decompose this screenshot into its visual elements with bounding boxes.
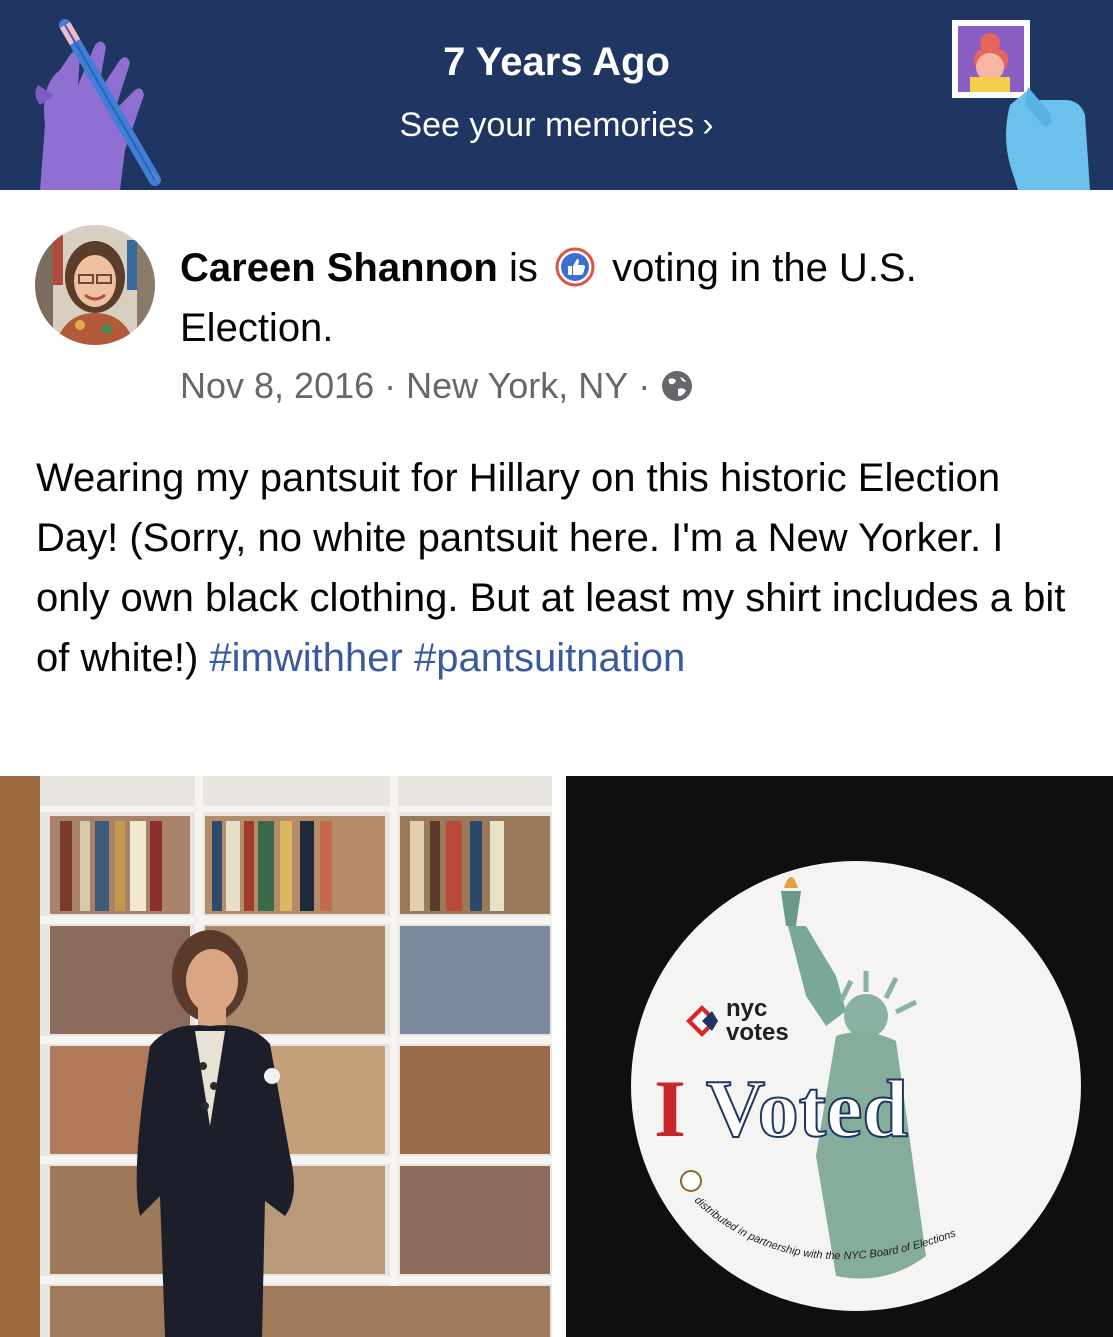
meta-separator: · xyxy=(384,365,397,406)
sticker-letter-i: I xyxy=(654,1063,686,1154)
post-location[interactable]: New York, NY xyxy=(406,365,628,407)
nyc-logo-text: nyc xyxy=(726,995,767,1022)
memories-banner[interactable]: 7 Years Ago See your memories › xyxy=(0,0,1113,190)
globe-icon[interactable] xyxy=(660,369,694,403)
hashtag-pantsuitnation[interactable]: #pantsuitnation xyxy=(414,636,685,680)
activity-verb: is xyxy=(508,246,538,290)
avatar[interactable] xyxy=(35,225,155,345)
votes-logo-text: votes xyxy=(726,1019,789,1046)
hashtag-imwithher[interactable]: #imwithher xyxy=(209,636,402,680)
thumbs-up-icon xyxy=(555,247,595,287)
post-meta: Nov 8, 2016 · New York, NY · xyxy=(180,365,694,407)
author-name[interactable]: Careen Shannon xyxy=(180,246,498,290)
sticker-word-voted: Voted xyxy=(706,1063,908,1154)
post-photo-pantsuit[interactable] xyxy=(0,776,552,1337)
chevron-right-icon: › xyxy=(702,106,714,144)
meta-separator-2: · xyxy=(638,365,651,406)
hand-photo-illustration-icon xyxy=(952,20,1090,190)
memory-post: Careen Shannon is voting in the U.S. Ele… xyxy=(0,190,1113,1337)
post-text: Wearing my pantsuit for Hillary on this … xyxy=(36,448,1086,688)
see-memories-label: See your memories xyxy=(399,106,695,144)
post-date[interactable]: Nov 8, 2016 xyxy=(180,365,374,407)
nyc-seal-icon xyxy=(680,1170,702,1192)
bookshelf xyxy=(40,776,552,1337)
post-photo-i-voted-sticker[interactable]: nyc votes I Voted distributed in partner… xyxy=(566,776,1113,1337)
post-header: Careen Shannon is voting in the U.S. Ele… xyxy=(180,238,1080,358)
